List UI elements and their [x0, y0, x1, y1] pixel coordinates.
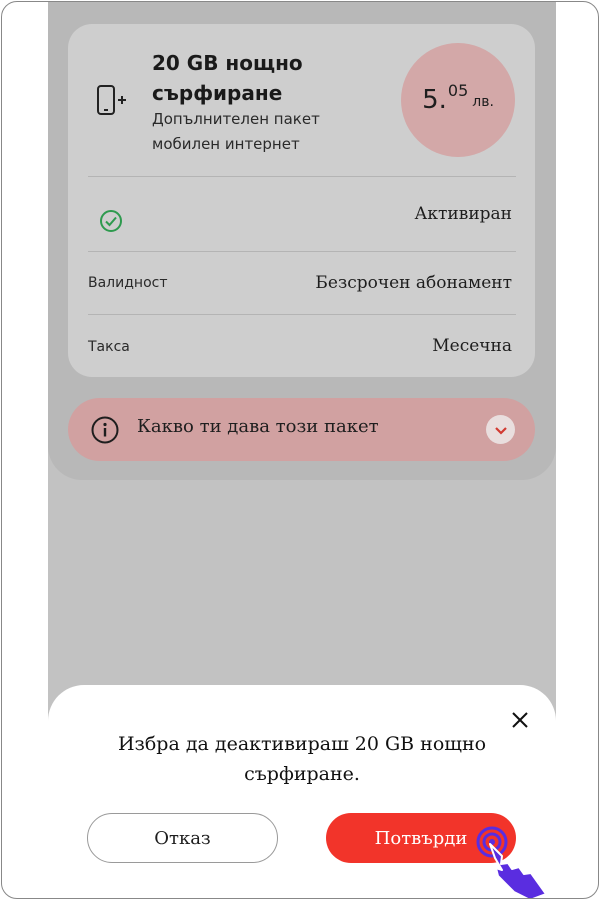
- cancel-button[interactable]: Отказ: [87, 813, 278, 863]
- validity-value: Безсрочен абонамент: [315, 273, 512, 293]
- screenshot-frame: 20 GB нощно сърфиране Допълнителен пакет…: [1, 1, 599, 899]
- chevron-down-icon: [494, 426, 507, 435]
- price-currency: лв.: [472, 94, 494, 110]
- package-subtitle: Допълнителен пакет мобилен интернет: [152, 110, 320, 153]
- hand-pointer-icon: [476, 826, 547, 898]
- info-icon: [91, 416, 119, 444]
- fee-label: Такса: [88, 339, 130, 355]
- divider: [88, 251, 516, 252]
- phone-plus-icon: [97, 85, 126, 115]
- price-main: 5.: [422, 85, 447, 115]
- validity-label: Валидност: [88, 275, 168, 291]
- package-info-label: Какво ти дава този пакет: [137, 416, 379, 437]
- price-badge: 5. 05 лв.: [401, 43, 515, 157]
- divider: [88, 176, 516, 177]
- divider: [88, 314, 516, 315]
- dialog-message: Избра да деактивираш 20 GB нощно сърфира…: [117, 733, 487, 785]
- price-cents: 05: [447, 80, 469, 100]
- package-title: 20 GB нощно сърфиране: [152, 51, 303, 105]
- check-circle-icon: [100, 210, 122, 232]
- fee-value: Месечна: [432, 336, 512, 356]
- expand-button[interactable]: [486, 415, 515, 444]
- status-value: Активиран: [414, 204, 512, 224]
